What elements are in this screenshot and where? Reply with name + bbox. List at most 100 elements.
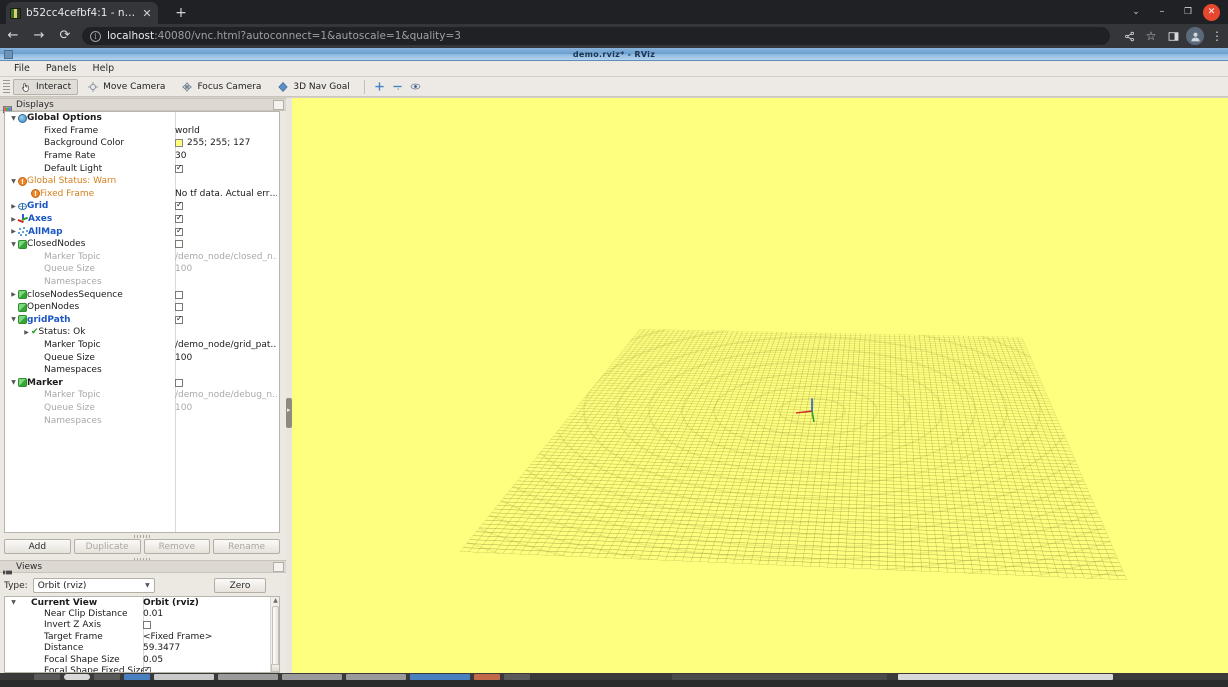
reload-icon[interactable]: ⟳ <box>52 24 78 48</box>
tree-row-value[interactable]: /demo_node/grid_pat… <box>175 340 277 350</box>
chevron-down-icon[interactable]: ⌄ <box>1126 3 1146 21</box>
tree-row[interactable]: ▼ Global Options <box>5 112 279 125</box>
tree-row-value[interactable]: 100 <box>175 264 277 274</box>
site-info-icon[interactable]: i <box>90 30 101 42</box>
tool-nav-goal[interactable]: 3D Nav Goal <box>270 79 356 95</box>
visibility-checkbox[interactable] <box>175 215 183 224</box>
address-bar[interactable]: i localhost:40080/vnc.html?autoconnect=1… <box>82 27 1110 45</box>
tree-row[interactable]: Near Clip Distance 0.01 <box>5 608 279 619</box>
tree-row[interactable]: Marker Topic/demo_node/debug_n… <box>5 389 279 402</box>
tool-interact[interactable]: Interact <box>13 78 79 95</box>
tree-row[interactable]: Background Color 255; 255; 127 <box>5 137 279 150</box>
menu-help[interactable]: Help <box>84 61 122 77</box>
add-tool-button[interactable] <box>371 79 389 95</box>
tree-row[interactable]: ▶ ✔ Status: Ok <box>5 326 279 339</box>
visibility-checkbox[interactable] <box>175 315 183 324</box>
collapse-arrow-icon[interactable]: ▶ <box>9 216 18 223</box>
scrollbar-thumb[interactable] <box>272 606 279 672</box>
render-viewport[interactable] <box>292 98 1228 674</box>
visibility-checkbox[interactable] <box>175 164 183 173</box>
expand-arrow-icon[interactable]: ▼ <box>9 241 18 248</box>
tree-row[interactable]: Distance 59.3477 <box>5 643 279 654</box>
tree-row[interactable]: Fixed Frame world <box>5 125 279 138</box>
tree-row-value[interactable]: /demo_node/closed_n… <box>175 252 277 262</box>
tree-row-value[interactable] <box>143 621 277 630</box>
tree-row[interactable]: Namespaces <box>5 276 279 289</box>
duplicate-button[interactable]: Duplicate <box>73 539 141 554</box>
tree-row-value[interactable]: Orbit (rviz) <box>143 598 277 608</box>
tree-row-value[interactable] <box>175 378 277 387</box>
tree-row-value[interactable]: world <box>175 126 277 136</box>
displays-tree[interactable]: ▼ Global Options Fixed Frame world Backgroun… <box>4 111 280 533</box>
tree-row[interactable]: Queue Size 100 <box>5 351 279 364</box>
browser-menu-icon[interactable]: ⋮ <box>1206 24 1228 48</box>
collapse-arrow-icon[interactable]: ▶ <box>9 203 18 210</box>
bookmark-star-icon[interactable]: ☆ <box>1140 24 1162 48</box>
views-float-button[interactable] <box>273 562 284 572</box>
views-scrollbar[interactable]: ▲ <box>270 597 279 672</box>
tree-row-value[interactable]: 30 <box>175 151 277 161</box>
collapse-arrow-icon[interactable]: ▶ <box>22 329 31 336</box>
tree-row-value[interactable] <box>175 164 277 173</box>
remove-button[interactable]: Remove <box>143 539 211 554</box>
tree-row[interactable]: Default Light <box>5 162 279 175</box>
tree-row-value[interactable] <box>175 215 277 224</box>
tree-row-value[interactable]: No tf data. Actual err… <box>175 189 277 199</box>
tree-row[interactable]: Target Frame <Fixed Frame> <box>5 631 279 642</box>
expand-arrow-icon[interactable]: ▼ <box>9 316 18 323</box>
tree-row[interactable]: ▶ closeNodesSequence <box>5 288 279 301</box>
menu-file[interactable]: File <box>6 61 38 77</box>
tree-row-value[interactable] <box>175 227 277 236</box>
share-icon[interactable] <box>1118 24 1140 48</box>
close-window-button[interactable]: ✕ <box>1203 4 1220 21</box>
view-type-select[interactable]: Orbit (rviz) ▼ <box>32 578 155 593</box>
vnc-canvas[interactable]: demo.rviz* - RViz File Panels Help Inter… <box>0 48 1228 680</box>
avatar[interactable] <box>1186 27 1204 45</box>
expand-arrow-icon[interactable]: ▼ <box>9 178 18 185</box>
tree-row[interactable]: Queue Size 100 <box>5 402 279 415</box>
tree-row-value[interactable] <box>175 240 277 249</box>
tree-row-value[interactable] <box>175 202 277 211</box>
minimize-button[interactable]: – <box>1152 3 1172 21</box>
new-tab-button[interactable]: + <box>172 4 190 22</box>
tree-row-value[interactable]: 255; 255; 127 <box>175 138 277 148</box>
tree-row[interactable]: Namespaces <box>5 414 279 427</box>
tree-row[interactable]: ▼ ClosedNodes <box>5 238 279 251</box>
tree-row[interactable]: ▶ Axes <box>5 213 279 226</box>
tree-row-value[interactable]: 0.01 <box>143 609 277 619</box>
eye-visibility-button[interactable] <box>407 79 425 95</box>
tree-row-value[interactable]: 59.3477 <box>143 643 277 653</box>
expand-arrow-icon[interactable]: ▼ <box>9 115 18 122</box>
browser-tab[interactable]: b52cc4cefbf4:1 - noVNC ✕ <box>6 2 158 24</box>
tree-row-value[interactable]: <Fixed Frame> <box>143 632 277 642</box>
visibility-checkbox[interactable] <box>143 621 151 630</box>
tool-move-camera[interactable]: Move Camera <box>80 79 172 95</box>
scroll-up-icon[interactable]: ▲ <box>271 597 279 605</box>
tree-row-value[interactable]: 100 <box>175 353 277 363</box>
collapse-arrow-icon[interactable]: ▶ <box>9 291 18 298</box>
expand-arrow-icon[interactable]: ▼ <box>9 379 18 386</box>
tree-row[interactable]: Queue Size 100 <box>5 263 279 276</box>
back-icon[interactable]: ← <box>0 24 26 48</box>
menu-panels[interactable]: Panels <box>38 61 85 77</box>
tree-row[interactable]: Marker Topic/demo_node/grid_pat… <box>5 339 279 352</box>
tree-row[interactable]: Invert Z Axis <box>5 620 279 631</box>
add-button[interactable]: Add <box>4 539 71 554</box>
tree-row[interactable]: ▼ Current View Orbit (rviz) <box>5 597 279 608</box>
tree-row[interactable]: OpenNodes <box>5 301 279 314</box>
tree-row-value[interactable] <box>175 290 277 299</box>
collapse-arrow-icon[interactable]: ▶ <box>9 228 18 235</box>
visibility-checkbox[interactable] <box>175 378 183 387</box>
tool-focus-camera[interactable]: Focus Camera <box>174 79 268 95</box>
visibility-checkbox[interactable] <box>175 227 183 236</box>
views-tree[interactable]: ▼ Current View Orbit (rviz) Near Clip Dista… <box>4 596 280 673</box>
tree-row[interactable]: ▶ AllMap <box>5 225 279 238</box>
tree-row[interactable]: Focal Shape Size 0.05 <box>5 654 279 665</box>
expand-arrow-icon[interactable]: ▼ <box>9 599 18 606</box>
close-icon[interactable]: ✕ <box>140 7 154 20</box>
tree-row-value[interactable] <box>175 303 277 312</box>
tree-row[interactable]: ! Fixed Frame No tf data. Actual err… <box>5 188 279 201</box>
toolbar-drag-handle[interactable] <box>3 79 10 94</box>
visibility-checkbox[interactable] <box>175 202 183 211</box>
color-swatch[interactable] <box>175 139 183 148</box>
